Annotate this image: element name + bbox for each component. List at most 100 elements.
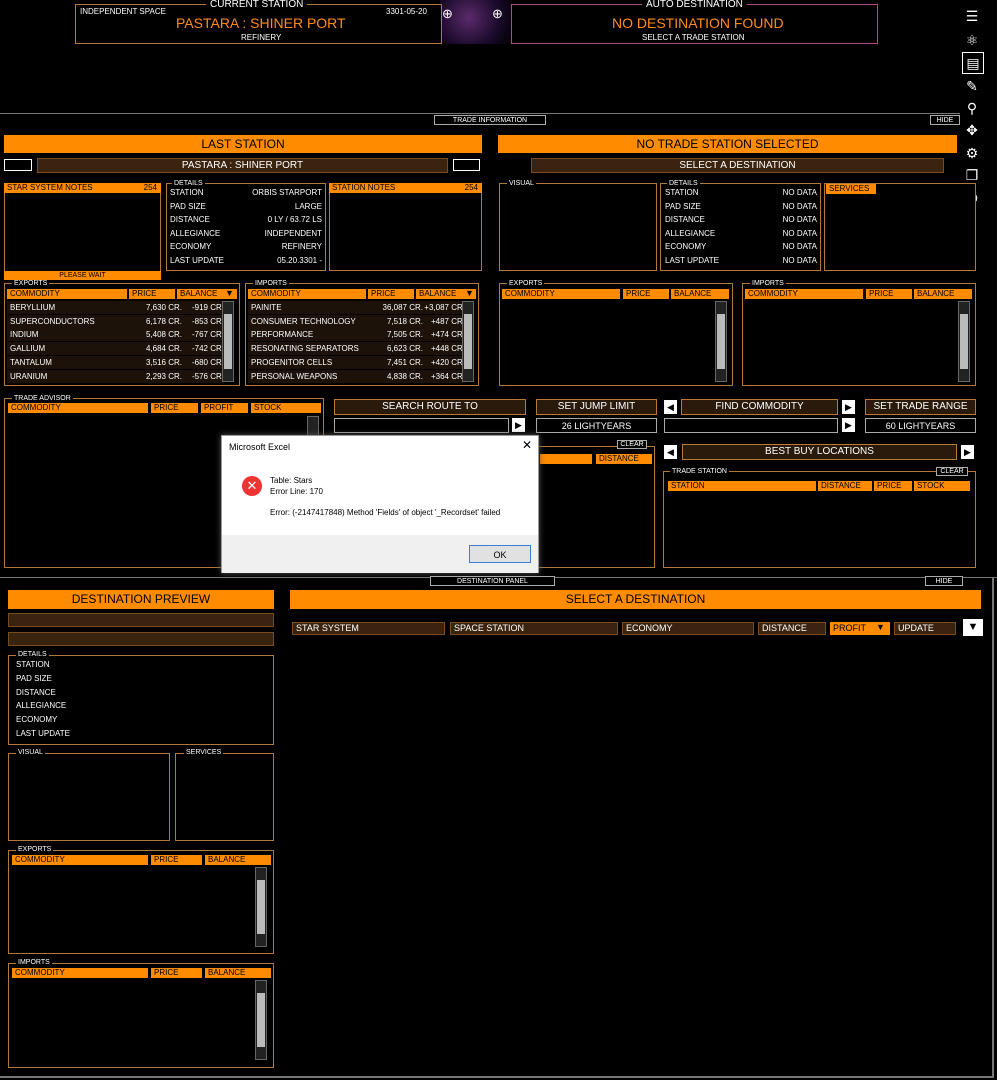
dest-imports-col-price[interactable]: PRICE (151, 968, 202, 978)
find-commodity-input[interactable] (664, 418, 838, 433)
select-dropdown-icon[interactable]: ▼ (963, 619, 983, 636)
dest-exports-col-price[interactable]: PRICE (151, 855, 202, 865)
gear-icon[interactable]: ⚙ (962, 143, 982, 163)
find-commodity-button[interactable]: FIND COMMODITY (681, 399, 838, 415)
detail-key: DISTANCE (665, 215, 705, 224)
row-balance: -742 CR. (191, 344, 224, 354)
detail-value: NO DATA (782, 188, 817, 197)
best-buy-clear-button[interactable]: CLEAR (936, 467, 968, 476)
ok-button[interactable]: OK (469, 545, 531, 563)
dest-preview-name-bar (8, 613, 274, 627)
trade-range-value[interactable]: 60 LIGHTYEARS (865, 418, 976, 433)
best-buy-prev-icon[interactable]: ◀ (664, 445, 677, 459)
globe-icon-left[interactable]: ⊕ (442, 6, 453, 22)
dialog-title: Microsoft Excel (229, 442, 291, 452)
best-col-stock[interactable]: STOCK (914, 481, 970, 491)
last-exports-col-commodity[interactable]: COMMODITY (7, 289, 127, 299)
select-col-update[interactable]: UPDATE (894, 622, 956, 635)
copy-icon[interactable]: ❐ (962, 165, 982, 185)
no-trade-exports-col-balance[interactable]: BALANCE (671, 289, 729, 299)
last-exports-col-price[interactable]: PRICE (129, 289, 175, 299)
document-icon[interactable]: ☰ (962, 6, 982, 26)
id-card-icon[interactable]: ▤ (962, 52, 984, 74)
search-icon[interactable]: ⚲ (962, 98, 982, 118)
wrench-icon[interactable]: ✎ (962, 76, 982, 96)
advisor-col-profit[interactable]: PROFIT (201, 403, 248, 413)
find-commodity-prev-icon[interactable]: ◀ (664, 400, 677, 414)
set-trade-range-button[interactable]: SET TRADE RANGE (865, 399, 976, 415)
profit-sort-icon[interactable]: ▼ (876, 622, 885, 632)
trade-station-label: TRADE STATION (670, 468, 729, 475)
row-commodity: PAINITE (251, 303, 282, 312)
advisor-scrollbar[interactable] (307, 416, 319, 436)
select-col-space-station[interactable]: SPACE STATION (450, 622, 618, 635)
find-commodity-next-icon[interactable]: ▶ (842, 400, 855, 414)
search-route-input[interactable] (334, 418, 509, 433)
no-trade-imports-col-balance[interactable]: BALANCE (914, 289, 972, 299)
route-results-box (535, 446, 655, 568)
trade-info-tab[interactable]: TRADE INFORMATION (434, 115, 546, 125)
detail-key: LAST UPDATE (665, 255, 719, 265)
detail-key: PAD SIZE (665, 201, 701, 211)
select-col-economy[interactable]: ECONOMY (622, 622, 754, 635)
no-trade-exports-scrollbar[interactable] (715, 301, 727, 382)
dest-imports-scrollbar[interactable] (255, 980, 267, 1060)
station-notes-header: STATION NOTES 254 (329, 183, 482, 193)
route-col-distance[interactable]: DISTANCE (596, 454, 652, 464)
row-price: 6,623 CR. (386, 344, 423, 354)
dest-imports-col-balance[interactable]: BALANCE (205, 968, 271, 978)
last-imports-sort-icon[interactable]: ▼ (465, 288, 474, 298)
route-clear-button[interactable]: CLEAR (617, 440, 647, 449)
dest-exports-col-balance[interactable]: BALANCE (205, 855, 271, 865)
dest-visual-box (8, 753, 170, 841)
network-icon[interactable]: ⚛ (962, 30, 982, 50)
best-col-station[interactable]: STATION (668, 481, 816, 491)
hide-tab-top[interactable]: HIDE (930, 115, 960, 125)
jump-limit-value[interactable]: 26 LIGHTYEARS (536, 418, 657, 433)
best-buy-next-icon[interactable]: ▶ (961, 445, 974, 459)
last-imports-scrollbar[interactable] (462, 301, 474, 382)
dest-imports-col-commodity[interactable]: COMMODITY (12, 968, 148, 978)
row-commodity: TANTALUM (10, 357, 52, 367)
last-station-left-checkbox[interactable] (4, 159, 32, 171)
row-commodity: RESONATING SEPARATORS (251, 344, 359, 354)
dest-exports-scrollbar[interactable] (255, 867, 267, 947)
search-route-go-icon[interactable]: ▶ (512, 418, 525, 432)
search-route-button[interactable]: SEARCH ROUTE TO (334, 399, 526, 415)
dialog-close-icon[interactable]: ✕ (522, 438, 532, 452)
please-wait-bar: PLEASE WAIT (4, 271, 161, 280)
no-trade-imports-label: IMPORTS (750, 280, 786, 287)
row-price: 7,451 CR. (386, 357, 423, 367)
best-col-distance[interactable]: DISTANCE (818, 481, 872, 491)
find-commodity-go-icon[interactable]: ▶ (842, 418, 855, 432)
route-col-blank[interactable] (540, 454, 592, 464)
no-trade-imports-col-commodity[interactable]: COMMODITY (745, 289, 863, 299)
no-trade-exports-col-price[interactable]: PRICE (623, 289, 669, 299)
move-icon[interactable]: ✥ (962, 120, 982, 140)
last-exports-scrollbar[interactable] (222, 301, 234, 382)
last-imports-col-price[interactable]: PRICE (368, 289, 414, 299)
set-jump-limit-button[interactable]: SET JUMP LIMIT (536, 399, 657, 415)
star-notes-box (4, 183, 161, 280)
date-label: 3301-05-20 (386, 7, 427, 16)
last-station-right-checkbox[interactable] (453, 159, 480, 171)
last-exports-sort-icon[interactable]: ▼ (225, 288, 234, 298)
advisor-col-price[interactable]: PRICE (151, 403, 198, 413)
no-trade-imports-col-price[interactable]: PRICE (866, 289, 912, 299)
station-notes-count: 254 (464, 183, 478, 192)
advisor-col-stock[interactable]: STOCK (251, 403, 321, 413)
best-buy-button[interactable]: BEST BUY LOCATIONS (682, 444, 957, 460)
globe-icon-right[interactable]: ⊕ (492, 6, 503, 22)
dest-exports-col-commodity[interactable]: COMMODITY (12, 855, 148, 865)
best-col-price[interactable]: PRICE (874, 481, 912, 491)
no-destination-text: NO DESTINATION FOUND (612, 15, 784, 31)
advisor-col-commodity[interactable]: COMMODITY (8, 403, 148, 413)
row-balance: +3,087 CR. (424, 303, 465, 312)
last-imports-col-commodity[interactable]: COMMODITY (248, 289, 366, 299)
select-col-star-system[interactable]: STAR SYSTEM (292, 622, 445, 635)
select-destination-bar[interactable]: SELECT A DESTINATION (531, 158, 944, 173)
select-col-distance[interactable]: DISTANCE (758, 622, 826, 635)
row-price: 7,518 CR. (386, 316, 423, 326)
no-trade-exports-col-commodity[interactable]: COMMODITY (502, 289, 620, 299)
no-trade-imports-scrollbar[interactable] (958, 301, 970, 382)
